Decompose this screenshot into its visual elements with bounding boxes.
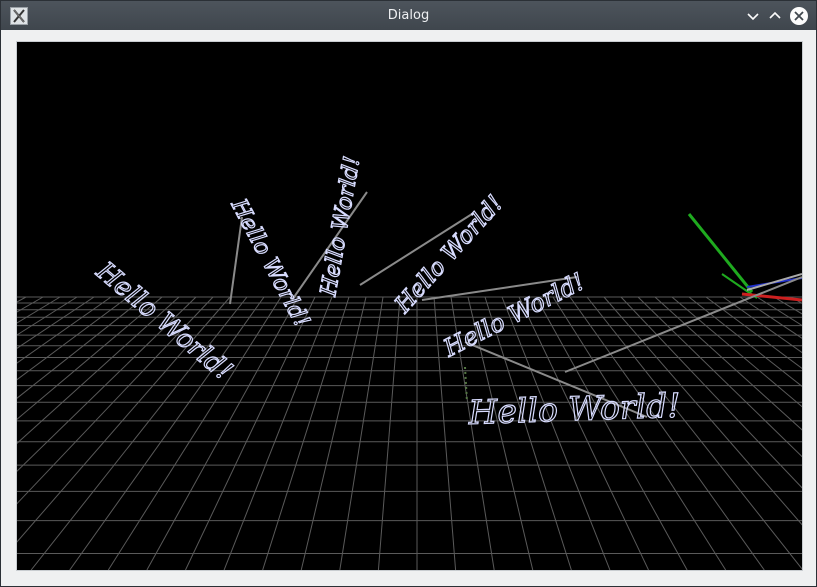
svg-text:Hello World!: Hello World!	[438, 267, 589, 362]
hello-label-3: Hello World!	[316, 154, 367, 300]
window-title: Dialog	[387, 8, 430, 23]
hello-label-5: Hello World!	[438, 267, 590, 364]
opengl-viewport[interactable]: Hello World! Hello World! Hello World! H…	[16, 41, 803, 571]
close-button[interactable]	[789, 6, 809, 26]
grid-floor	[17, 296, 802, 570]
hello-label-1: Hello World!	[89, 255, 238, 387]
svg-text:Hello World!: Hello World!	[467, 386, 681, 432]
chevron-up-icon	[769, 11, 781, 19]
minimize-button[interactable]	[743, 6, 763, 26]
hello-label-2: Hello World!	[225, 194, 315, 333]
svg-text:Hello World!: Hello World!	[225, 194, 314, 331]
scene-canvas: Hello World! Hello World! Hello World! H…	[17, 154, 802, 570]
hello-label-6: Hello World!	[466, 385, 681, 433]
chevron-down-icon	[747, 13, 759, 21]
title-bar[interactable]: Dialog	[1, 1, 816, 30]
svg-text:Hello World!: Hello World!	[90, 256, 238, 387]
close-icon	[790, 7, 808, 25]
svg-text:Hello World!: Hello World!	[316, 154, 365, 299]
axis-gizmo	[687, 213, 802, 302]
maximize-button[interactable]	[765, 6, 785, 26]
dialog-window: Dialog Hello World! Hello World! Hello W…	[0, 0, 817, 587]
